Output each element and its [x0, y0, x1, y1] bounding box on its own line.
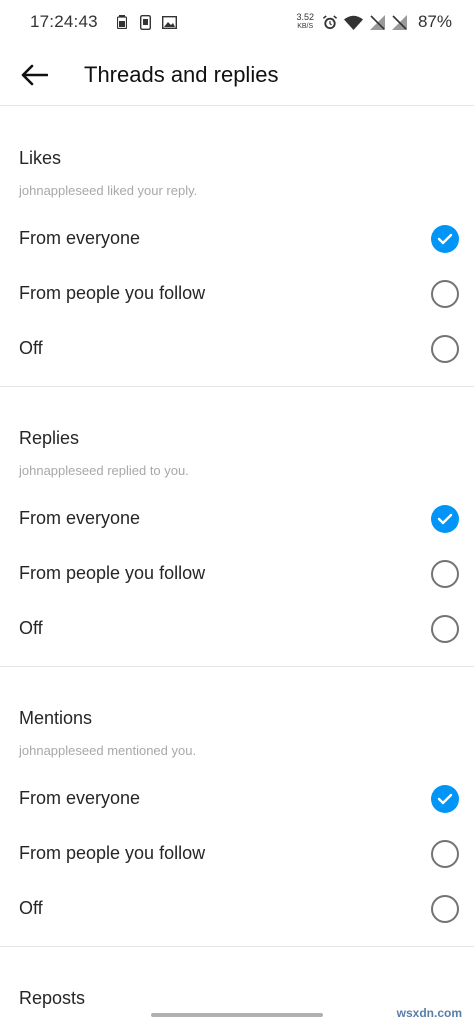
watermark: wsxdn.com	[396, 1006, 462, 1020]
option-label: From everyone	[19, 508, 141, 528]
wifi-icon	[344, 14, 364, 30]
radio-checked-icon[interactable]	[431, 504, 459, 533]
section-mentions: Mentions johnappleseed mentioned you. Fr…	[0, 667, 474, 947]
option-label: From people you follow	[19, 563, 206, 583]
battery-saver-icon	[114, 14, 130, 30]
radio-unchecked-icon[interactable]	[431, 279, 459, 308]
no-signal-icon	[370, 14, 386, 30]
option-label: Off	[19, 338, 43, 358]
gallery-icon	[162, 14, 178, 30]
option-label: From people you follow	[19, 283, 206, 303]
network-speed-value: 3.52	[296, 12, 314, 22]
no-signal-2-icon	[392, 14, 408, 30]
section-subtitle: johnappleseed replied to you.	[19, 462, 189, 478]
home-indicator[interactable]	[151, 1013, 323, 1017]
page-title: Threads and replies	[84, 61, 279, 87]
section-subtitle: johnappleseed mentioned you.	[19, 742, 197, 758]
option-label: Off	[19, 898, 43, 918]
app-header: Threads and replies	[0, 44, 474, 106]
section-replies: Replies johnappleseed replied to you. Fr…	[0, 387, 474, 667]
alarm-icon	[322, 14, 338, 30]
option-from-people-you-follow[interactable]: From people you follow	[0, 266, 474, 321]
phone-icon	[138, 14, 154, 30]
status-time: 17:24:43	[30, 12, 98, 31]
radio-checked-icon[interactable]	[431, 224, 459, 253]
network-speed: 3.52 KB/S	[296, 13, 314, 31]
radio-checked-icon[interactable]	[431, 784, 459, 813]
section-subtitle: johnappleseed liked your reply.	[19, 182, 198, 198]
option-label: Off	[19, 618, 43, 638]
option-from-people-you-follow[interactable]: From people you follow	[0, 546, 474, 601]
section-title-label: Replies	[19, 428, 80, 448]
status-bar: 17:24:43 3.52 KB/S 87%	[0, 0, 474, 44]
option-from-everyone[interactable]: From everyone	[0, 771, 474, 826]
option-label: From people you follow	[19, 843, 206, 863]
option-group: From everyone From people you follow Off	[0, 771, 474, 946]
option-from-everyone[interactable]: From everyone	[0, 211, 474, 266]
settings-list: Likes johnappleseed liked your reply. Fr…	[0, 107, 474, 1024]
section-title-label: Reposts	[19, 988, 86, 1008]
option-from-everyone[interactable]: From everyone	[0, 491, 474, 546]
section-title-label: Mentions	[19, 708, 93, 728]
section-title: Mentions	[0, 667, 474, 729]
status-right: 3.52 KB/S 87%	[296, 12, 452, 32]
back-arrow-icon	[21, 64, 48, 85]
network-speed-unit: KB/S	[297, 23, 314, 30]
section-title: Reposts	[0, 947, 474, 1009]
radio-unchecked-icon[interactable]	[431, 614, 459, 643]
option-group: From everyone From people you follow Off	[0, 211, 474, 386]
radio-unchecked-icon[interactable]	[431, 894, 459, 923]
back-button[interactable]	[12, 53, 56, 97]
section-title-label: Likes	[19, 148, 62, 168]
radio-unchecked-icon[interactable]	[431, 839, 459, 868]
option-from-people-you-follow[interactable]: From people you follow	[0, 826, 474, 881]
battery-percentage: 87%	[417, 12, 452, 31]
option-label: From everyone	[19, 788, 141, 808]
option-label: From everyone	[19, 228, 141, 248]
option-off[interactable]: Off	[0, 601, 474, 656]
section-title: Likes	[0, 107, 474, 169]
option-off[interactable]: Off	[0, 881, 474, 936]
section-likes: Likes johnappleseed liked your reply. Fr…	[0, 107, 474, 387]
radio-unchecked-icon[interactable]	[431, 559, 459, 588]
option-off[interactable]: Off	[0, 321, 474, 376]
section-title: Replies	[0, 387, 474, 449]
option-group: From everyone From people you follow Off	[0, 491, 474, 666]
radio-unchecked-icon[interactable]	[431, 334, 459, 363]
